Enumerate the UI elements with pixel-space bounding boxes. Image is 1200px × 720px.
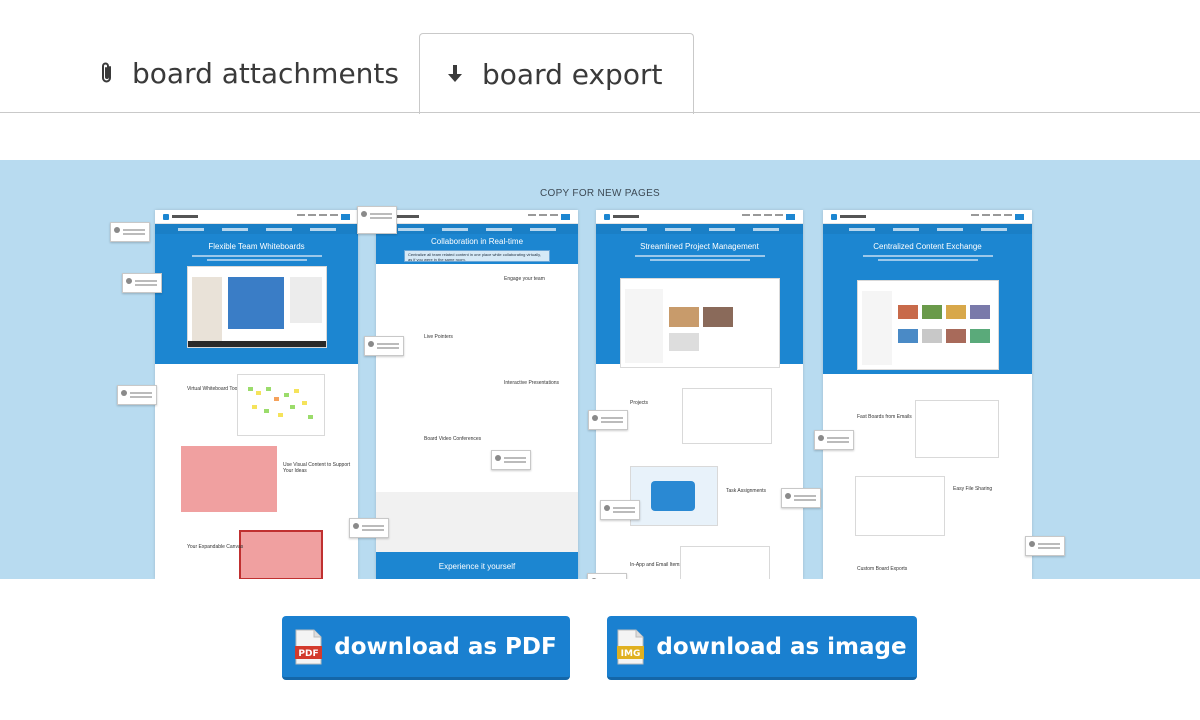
image-highlight: [181, 446, 277, 512]
whiteboard-mockup: [187, 266, 327, 348]
paperclip-icon: [96, 59, 118, 87]
comment-note: [491, 450, 531, 470]
page-nav: [596, 210, 803, 224]
image-file-icon: IMG: [617, 629, 645, 665]
tab-bar: board attachments board export: [0, 0, 1200, 114]
preview-page-4: Centralized Content Exchange Fast Boards…: [823, 210, 1032, 579]
comment-note: [117, 385, 157, 405]
page-title: Centralized Content Exchange: [873, 242, 982, 251]
comment-note: [587, 573, 627, 579]
comment-note: [110, 222, 150, 242]
project-mockup: [620, 278, 780, 368]
cta-band: Experience it yourself: [376, 552, 578, 579]
sticky-board-mockup: [237, 374, 325, 436]
page-nav: [823, 210, 1032, 224]
tab-divider: [0, 112, 1200, 113]
svg-text:IMG: IMG: [621, 649, 641, 659]
download-arrow-icon: [446, 60, 464, 88]
boards-mockup: [857, 280, 999, 370]
section-heading: In-App and Email Items: [630, 562, 682, 568]
comment-note: [1025, 536, 1065, 556]
section-heading: Board Video Conferences: [424, 436, 482, 442]
canvas-highlight: [239, 530, 323, 579]
preview-caption: COPY FOR NEW PAGES: [539, 188, 661, 199]
cta-heading: Experience it yourself: [438, 562, 516, 571]
comment-note: [588, 410, 628, 430]
tab-board-attachments-label: board attachments: [132, 56, 399, 90]
page-tagline: Centralize all team related content in o…: [404, 250, 550, 262]
section-heading: Live Pointers: [424, 334, 453, 340]
comment-note: [122, 273, 162, 293]
page-title: Collaboration in Real-time: [430, 237, 524, 246]
pdf-file-icon: PDF: [295, 629, 323, 665]
page-nav: [155, 210, 358, 224]
section-heading: Easy File Sharing: [953, 486, 993, 492]
svg-text:PDF: PDF: [299, 649, 319, 659]
section-heading: Virtual Whiteboard Tools: [187, 386, 242, 392]
email-board-mockup: [915, 400, 999, 458]
section-heading: Projects: [630, 400, 649, 406]
comment-note: [364, 336, 404, 356]
comment-note: [349, 518, 389, 538]
task-mockup: [630, 466, 718, 526]
page-hero: Collaboration in Real-time Centralize al…: [376, 224, 578, 264]
section-heading: Engage your team: [504, 276, 545, 282]
preview-page-1: Flexible Team Whiteboards Virtual Whiteb…: [155, 210, 358, 579]
preview-page-2: Collaboration in Real-time Centralize al…: [376, 210, 578, 579]
page-hero: Streamlined Project Management: [596, 224, 803, 368]
page-title: Streamlined Project Management: [640, 242, 759, 251]
download-pdf-button[interactable]: PDF download as PDF: [282, 616, 570, 680]
section-heading: Fast Boards from Emails: [857, 414, 912, 420]
email-mockup: [680, 546, 770, 579]
section-heading: Your Expandable Canvas: [187, 544, 244, 550]
section-heading: Task Assignments: [726, 488, 767, 494]
preview-page-3: Streamlined Project Management Projects …: [596, 210, 803, 579]
tab-board-attachments[interactable]: board attachments: [96, 33, 399, 113]
comment-note: [357, 206, 397, 234]
section-heading: Custom Board Exports: [857, 566, 908, 572]
section-heading: Use Visual Content to Support Your Ideas: [283, 462, 351, 474]
file-sharing-mockup: [855, 476, 945, 536]
export-preview: COPY FOR NEW PAGES Flexible Team Whitebo…: [0, 160, 1200, 579]
comment-note: [814, 430, 854, 450]
download-image-button[interactable]: IMG download as image: [607, 616, 917, 680]
page-title: Flexible Team Whiteboards: [208, 242, 305, 251]
tab-board-export-label: board export: [482, 57, 663, 91]
comment-note: [600, 500, 640, 520]
page-nav: [376, 210, 578, 224]
feature-strip: [376, 492, 578, 552]
tab-board-export[interactable]: board export: [419, 33, 694, 114]
page-hero: Centralized Content Exchange: [823, 224, 1032, 374]
download-pdf-label: download as PDF: [334, 633, 557, 660]
comment-note: [781, 488, 821, 508]
projects-list-mockup: [682, 388, 772, 444]
page-hero: Flexible Team Whiteboards: [155, 224, 358, 364]
download-image-label: download as image: [656, 633, 907, 660]
section-heading: Interactive Presentations: [504, 380, 560, 386]
